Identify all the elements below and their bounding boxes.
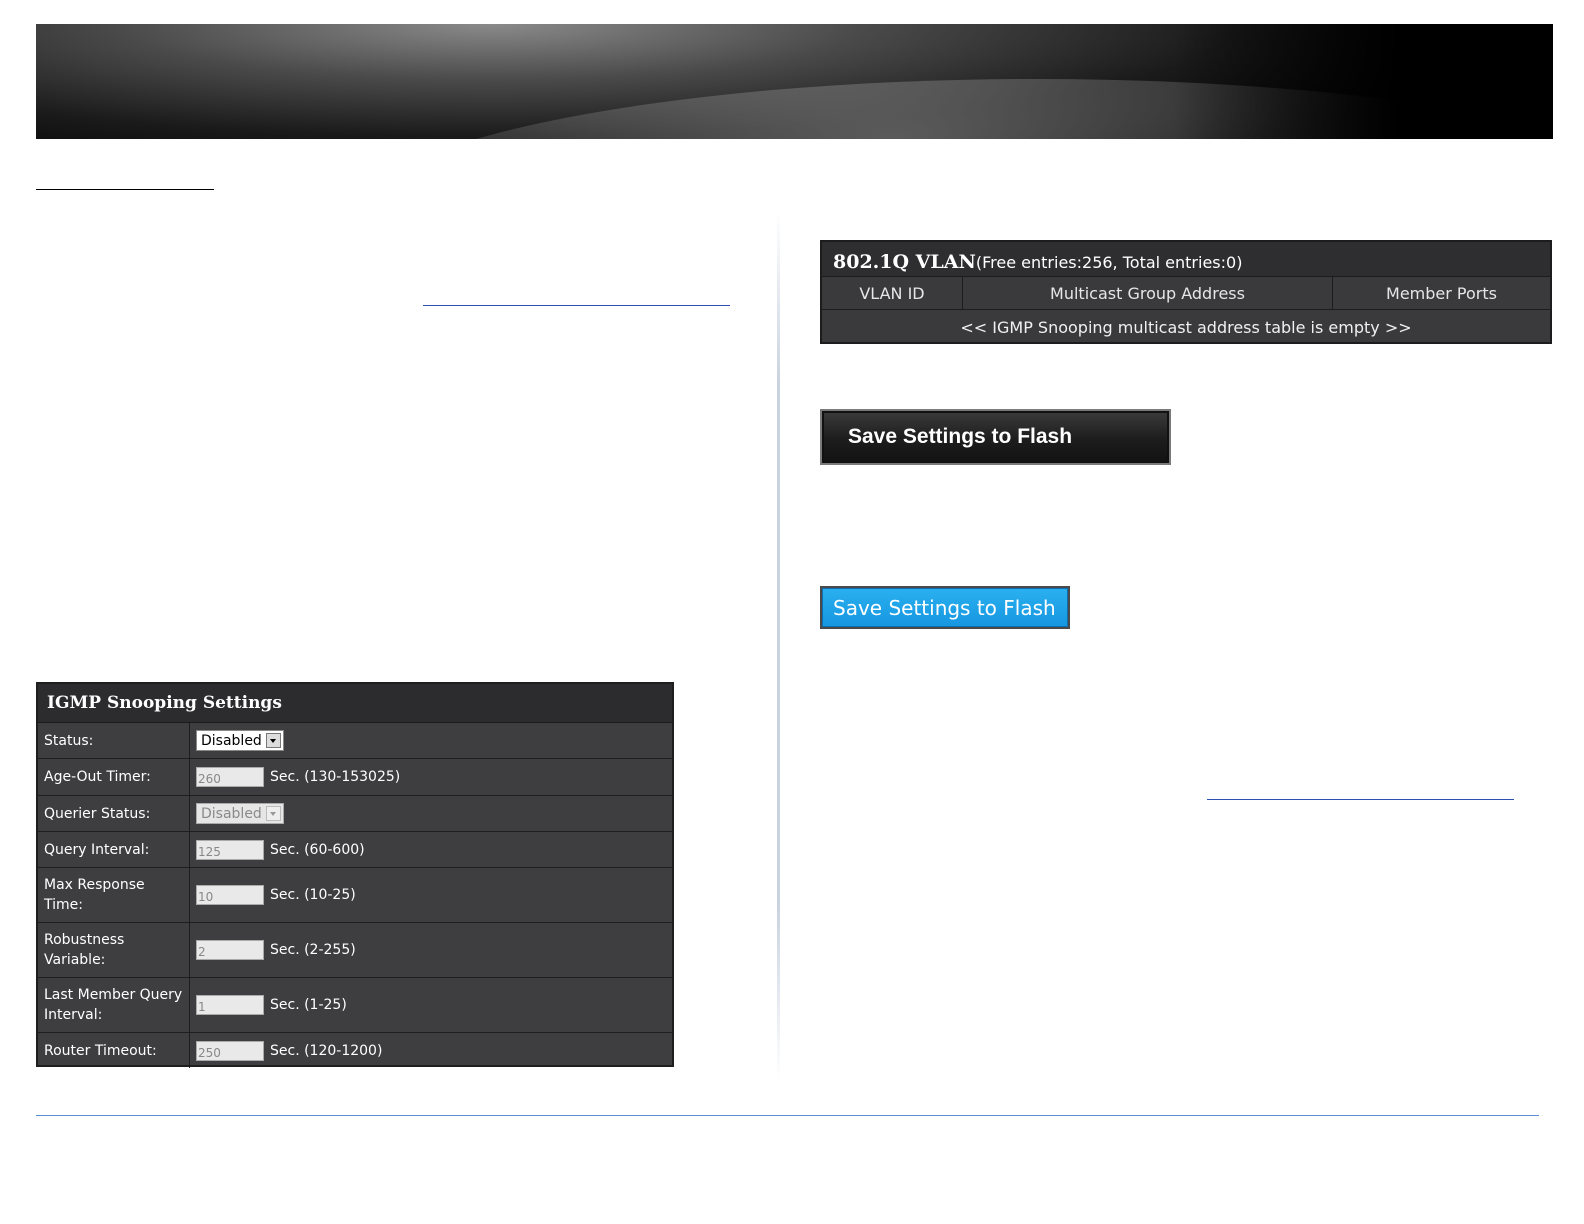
footer-rule xyxy=(36,1115,1539,1116)
query-interval-input[interactable]: 125 xyxy=(196,839,264,860)
row-last-member-query-interval: Last Member Query Interval: 1 Sec. (1-25… xyxy=(38,978,672,1033)
querier-status-select-value: Disabled xyxy=(201,805,262,822)
banner-shade xyxy=(1173,24,1553,139)
router-timeout-label: Router Timeout: xyxy=(38,1033,190,1068)
status-select[interactable]: Disabled xyxy=(196,730,284,751)
router-timeout-range: Sec. (120-1200) xyxy=(270,1042,383,1059)
last-member-query-interval-input[interactable]: 1 xyxy=(196,995,264,1015)
row-robustness-variable: Robustness Variable: 2 Sec. (2-255) xyxy=(38,923,672,978)
igmp-multicast-table: 802.1Q VLAN(Free entries:256, Total entr… xyxy=(820,240,1552,344)
column-divider xyxy=(777,210,780,1080)
age-out-timer-label: Age-Out Timer: xyxy=(38,759,190,795)
router-timeout-input[interactable]: 250 xyxy=(196,1040,264,1061)
header-banner xyxy=(36,24,1553,139)
row-max-response-time: Max Response Time: 10 Sec. (10-25) xyxy=(38,868,672,923)
save-settings-to-flash-button-blue[interactable]: Save Settings to Flash xyxy=(820,586,1070,629)
max-response-time-label: Max Response Time: xyxy=(38,868,190,922)
robustness-variable-range: Sec. (2-255) xyxy=(270,942,356,958)
hyperlink-underline-right[interactable] xyxy=(1207,799,1514,800)
row-query-interval: Query Interval: 125 Sec. (60-600) xyxy=(38,832,672,868)
robustness-variable-label: Robustness Variable: xyxy=(38,923,190,977)
vlan-table-header: 802.1Q VLAN(Free entries:256, Total entr… xyxy=(822,242,1550,277)
status-label: Status: xyxy=(38,723,190,758)
chevron-down-icon[interactable] xyxy=(265,733,281,748)
max-response-time-range: Sec. (10-25) xyxy=(270,887,356,903)
age-out-timer-range: Sec. (130-153025) xyxy=(270,769,401,785)
querier-status-select: Disabled xyxy=(196,803,284,824)
vlan-table-title: 802.1Q VLAN xyxy=(833,251,976,273)
max-response-time-input[interactable]: 10 xyxy=(196,885,264,905)
querier-status-label: Querier Status: xyxy=(38,796,190,831)
last-member-query-interval-range: Sec. (1-25) xyxy=(270,997,347,1013)
column-multicast-group-address: Multicast Group Address xyxy=(963,277,1333,309)
vlan-table-columns: VLAN ID Multicast Group Address Member P… xyxy=(822,277,1550,310)
query-interval-range: Sec. (60-600) xyxy=(270,841,365,858)
column-member-ports: Member Ports xyxy=(1386,283,1497,303)
last-member-query-interval-label: Last Member Query Interval: xyxy=(38,978,190,1032)
column-vlan-id: VLAN ID xyxy=(822,277,963,309)
status-select-value: Disabled xyxy=(201,732,262,749)
row-router-timeout: Router Timeout: 250 Sec. (120-1200) xyxy=(38,1033,672,1068)
hyperlink-underline-left[interactable] xyxy=(423,305,730,306)
query-interval-label: Query Interval: xyxy=(38,832,190,867)
robustness-variable-input[interactable]: 2 xyxy=(196,940,264,960)
vlan-table-entries-info: (Free entries:256, Total entries:0) xyxy=(975,253,1243,272)
igmp-snooping-settings-panel: IGMP Snooping Settings Status: Disabled … xyxy=(36,682,674,1068)
row-status: Status: Disabled xyxy=(38,723,672,759)
vlan-table-empty-message: << IGMP Snooping multicast address table… xyxy=(960,317,1412,337)
age-out-timer-input[interactable]: 260 xyxy=(196,767,264,787)
chevron-down-icon xyxy=(265,806,281,821)
section-heading-underline xyxy=(36,189,214,190)
save-settings-to-flash-button-dark[interactable]: Save Settings to Flash xyxy=(820,409,1171,465)
row-age-out-timer: Age-Out Timer: 260 Sec. (130-153025) xyxy=(38,759,672,796)
igmp-panel-title: IGMP Snooping Settings xyxy=(38,684,672,723)
row-querier-status: Querier Status: Disabled xyxy=(38,796,672,832)
